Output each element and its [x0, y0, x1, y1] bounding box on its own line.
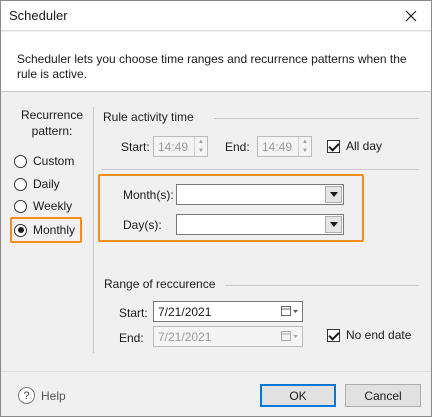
end-time-label: End: [225, 140, 250, 154]
days-dropdown[interactable] [176, 214, 344, 235]
all-day-label: All day [346, 139, 383, 153]
divider [101, 169, 419, 170]
end-time-spinner[interactable]: 14:49 ▲ ▼ [257, 136, 312, 157]
range-end-value: 7/21/2021 [158, 329, 212, 344]
close-icon [405, 10, 417, 22]
radio-label: Daily [33, 177, 60, 191]
radio-daily[interactable]: Daily [14, 174, 60, 194]
range-title: Range of reccurence [104, 277, 216, 291]
radio-circle-checked [14, 223, 27, 237]
months-dropdown[interactable] [176, 184, 344, 205]
title-bar: Scheduler [1, 1, 431, 31]
checkbox-box [327, 328, 340, 342]
checkbox-box [327, 139, 340, 153]
help-icon: ? [18, 387, 35, 404]
radio-label: Weekly [33, 199, 73, 213]
range-end-label: End: [119, 331, 144, 345]
radio-weekly[interactable]: Weekly [14, 196, 72, 216]
start-time-value: 14:49 [158, 139, 189, 154]
divider [214, 118, 419, 119]
scheduler-dialog: Scheduler Scheduler lets you choose time… [0, 0, 432, 417]
rule-activity-title: Rule activity time [103, 110, 194, 124]
recurrence-pattern-label: Recurrence pattern: [20, 108, 84, 138]
radio-label: Monthly [33, 223, 76, 237]
close-button[interactable] [391, 1, 431, 31]
description-panel: Scheduler lets you choose time ranges an… [1, 32, 431, 92]
start-time-label: Start: [121, 140, 150, 154]
ok-button[interactable]: OK [260, 384, 336, 407]
no-end-date-label: No end date [346, 328, 412, 342]
spin-down-icon[interactable]: ▼ [195, 147, 207, 157]
days-label: Day(s): [123, 218, 162, 232]
all-day-checkbox[interactable]: All day [327, 139, 382, 153]
range-start-date[interactable]: 7/21/2021 [153, 301, 303, 322]
chevron-down-icon[interactable] [325, 216, 342, 233]
spin-down-icon[interactable]: ▼ [299, 147, 311, 157]
window-title: Scheduler [9, 8, 68, 23]
months-label: Month(s): [123, 188, 174, 202]
radio-circle [14, 177, 27, 191]
divider [225, 285, 419, 286]
spin-up-icon[interactable]: ▲ [195, 137, 207, 147]
calendar-icon[interactable] [278, 330, 302, 343]
help-link[interactable]: ? Help [18, 387, 66, 404]
radio-monthly[interactable]: Monthly [14, 220, 75, 240]
cancel-button[interactable]: Cancel [345, 384, 421, 407]
start-time-spinner[interactable]: 14:49 ▲ ▼ [153, 136, 208, 157]
chevron-down-icon[interactable] [325, 186, 342, 203]
no-end-date-checkbox[interactable]: No end date [327, 328, 411, 342]
range-end-date[interactable]: 7/21/2021 [153, 326, 303, 347]
end-time-value: 14:49 [262, 139, 293, 154]
range-start-value: 7/21/2021 [158, 304, 212, 319]
divider [1, 371, 431, 372]
radio-custom[interactable]: Custom [14, 151, 74, 171]
divider [93, 107, 94, 353]
radio-circle [14, 199, 27, 213]
radio-circle [14, 154, 27, 168]
description-text: Scheduler lets you choose time ranges an… [17, 52, 407, 81]
spin-up-icon[interactable]: ▲ [299, 137, 311, 147]
range-start-label: Start: [119, 306, 148, 320]
help-label: Help [41, 388, 66, 403]
calendar-icon[interactable] [278, 305, 302, 318]
radio-label: Custom [33, 154, 75, 168]
